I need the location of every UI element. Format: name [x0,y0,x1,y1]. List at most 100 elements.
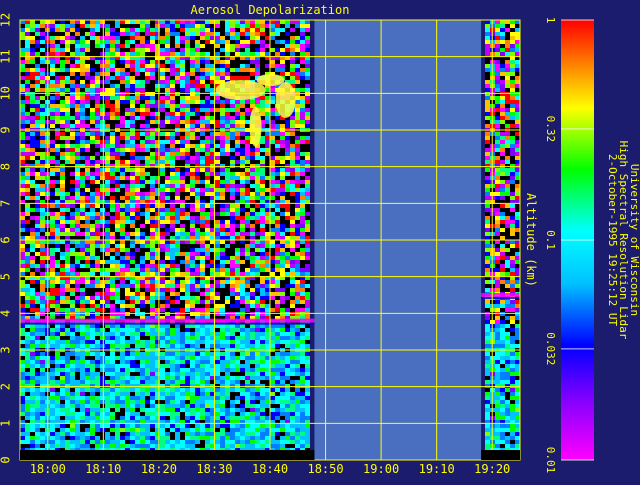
heatmap-cell [280,288,285,292]
heatmap-cell [90,104,95,108]
heatmap-cell [285,180,290,184]
heatmap-cell [100,240,105,244]
heatmap-cell [270,24,275,28]
heatmap-cell [285,124,290,128]
heatmap-cell [175,112,180,116]
heatmap-cell [80,104,85,108]
heatmap-cell [300,288,305,292]
heatmap-cell [515,312,520,316]
heatmap-cell [170,112,175,116]
heatmap-cell [90,112,95,116]
heatmap-cell [80,84,85,88]
heatmap-cell [50,104,55,108]
heatmap-cell [280,192,285,196]
heatmap-cell [275,256,280,260]
heatmap-cell [170,224,175,228]
heatmap-cell [195,224,200,228]
heatmap-cell [200,236,205,240]
heatmap-cell [165,312,170,316]
heatmap-cell [90,60,95,64]
heatmap-cell [245,192,250,196]
heatmap-cell [140,160,145,164]
heatmap-cell [65,48,70,52]
heatmap-cell [240,292,245,296]
heatmap-cell [50,156,55,160]
heatmap-cell [275,212,280,216]
heatmap-cell [75,20,80,24]
heatmap-cell [290,124,295,128]
heatmap-cell [180,288,185,292]
heatmap-cell [60,248,65,252]
heatmap-cell [215,116,220,120]
heatmap-cell [115,140,120,144]
heatmap-cell [75,24,80,28]
heatmap-cell [170,144,175,148]
heatmap-cell [130,108,135,112]
heatmap-cell [125,60,130,64]
heatmap-cell [60,84,65,88]
heatmap-cell [305,288,310,292]
heatmap-cell [85,48,90,52]
heatmap-cell [510,160,515,164]
heatmap-cell [95,132,100,136]
heatmap-cell [75,104,80,108]
heatmap-cell [110,192,115,196]
heatmap-cell [240,136,245,140]
heatmap-cell [135,188,140,192]
heatmap-cell [260,304,265,308]
heatmap-cell [270,292,275,296]
heatmap-cell [225,76,230,80]
heatmap-cell [300,36,305,40]
heatmap-cell [130,96,135,100]
heatmap-cell [115,68,120,72]
heatmap-cell [300,120,305,124]
heatmap-cell [190,156,195,160]
heatmap-cell [95,304,100,308]
heatmap-cell [125,132,130,136]
heatmap-cell [500,80,505,84]
heatmap-cell [205,280,210,284]
heatmap-cell [270,232,275,236]
heatmap-cell [215,192,220,196]
heatmap-cell [70,104,75,108]
heatmap-cell [170,52,175,56]
heatmap-cell [175,220,180,224]
heatmap-cell [495,144,500,148]
heatmap-cell [70,188,75,192]
heatmap-cell [250,284,255,288]
heatmap-cell [150,164,155,168]
heatmap-cell [285,48,290,52]
heatmap-cell [295,248,300,252]
heatmap-cell [95,288,100,292]
heatmap-cell [180,228,185,232]
heatmap-cell [95,108,100,112]
heatmap-cell [515,280,520,284]
heatmap-cell [495,240,500,244]
heatmap-cell [75,260,80,264]
heatmap-cell [505,88,510,92]
heatmap-cell [75,212,80,216]
heatmap-cell [185,188,190,192]
heatmap-cell [175,164,180,168]
heatmap-cell [300,264,305,268]
heatmap-cell [85,260,90,264]
heatmap-cell [185,168,190,172]
heatmap-cell [140,268,145,272]
heatmap-cell [50,236,55,240]
heatmap-cell [150,168,155,172]
heatmap-cell [80,292,85,296]
heatmap-cell [260,64,265,68]
heatmap-cell [185,76,190,80]
heatmap-cell [75,92,80,96]
heatmap-cell [180,152,185,156]
heatmap-cell [190,148,195,152]
heatmap-cell [205,308,210,312]
heatmap-cell [65,204,70,208]
heatmap-cell [40,308,45,312]
heatmap-cell [205,252,210,256]
heatmap-cell [65,40,70,44]
heatmap-cell [165,272,170,276]
heatmap-cell [225,292,230,296]
heatmap-cell [110,208,115,212]
heatmap-cell [220,192,225,196]
